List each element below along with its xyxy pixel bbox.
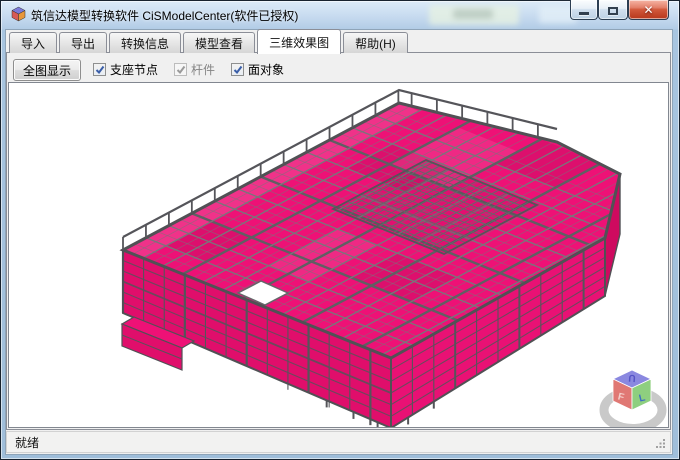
minimize-button[interactable]	[570, 0, 598, 20]
resize-grip[interactable]	[656, 439, 666, 449]
app-icon	[10, 6, 27, 23]
logo-letter-top: U	[628, 372, 636, 383]
titlebar[interactable]: 筑信达模型转换软件 CiSModelCenter(软件已授权) ✕	[0, 0, 680, 29]
statusbar: 就绪	[6, 431, 671, 453]
checkbox-support-nodes-label: 支座节点	[110, 61, 158, 78]
full-view-button[interactable]: 全图显示	[13, 59, 81, 81]
status-text: 就绪	[15, 434, 39, 451]
check-icon	[95, 65, 105, 75]
maximize-button[interactable]	[598, 0, 628, 20]
tab-import[interactable]: 导入	[9, 32, 57, 53]
model-3d-render: UFL	[9, 83, 668, 427]
minimize-icon	[579, 12, 589, 15]
checkbox-face-objects-box[interactable]	[231, 63, 244, 76]
close-icon: ✕	[643, 1, 653, 19]
check-icon	[176, 65, 186, 75]
close-button[interactable]: ✕	[628, 0, 669, 20]
tab-help[interactable]: 帮助(H)	[343, 32, 408, 53]
window-title: 筑信达模型转换软件 CiSModelCenter(软件已授权)	[31, 7, 298, 24]
checkbox-face-objects[interactable]: 面对象	[231, 61, 284, 78]
tab-convert-info[interactable]: 转换信息	[109, 32, 181, 53]
checkbox-members: 杆件	[174, 61, 215, 78]
check-icon	[233, 65, 243, 75]
tab-export[interactable]: 导出	[59, 32, 107, 53]
display-options-row: 支座节点 杆件 面对象	[93, 61, 284, 78]
checkbox-members-box	[174, 63, 187, 76]
checkbox-face-objects-label: 面对象	[248, 61, 284, 78]
watermark-logo: UFL	[604, 370, 662, 427]
checkbox-support-nodes-box[interactable]	[93, 63, 106, 76]
checkbox-members-label: 杆件	[191, 61, 215, 78]
tab-strip: 导入导出转换信息模型查看三维效果图帮助(H)	[9, 29, 410, 53]
maximize-icon	[608, 7, 618, 15]
model-viewport[interactable]: UFL	[8, 82, 669, 428]
checkbox-support-nodes[interactable]: 支座节点	[93, 61, 158, 78]
tab-model-view[interactable]: 模型查看	[183, 32, 255, 53]
tab-3d-view[interactable]: 三维效果图	[257, 29, 341, 54]
